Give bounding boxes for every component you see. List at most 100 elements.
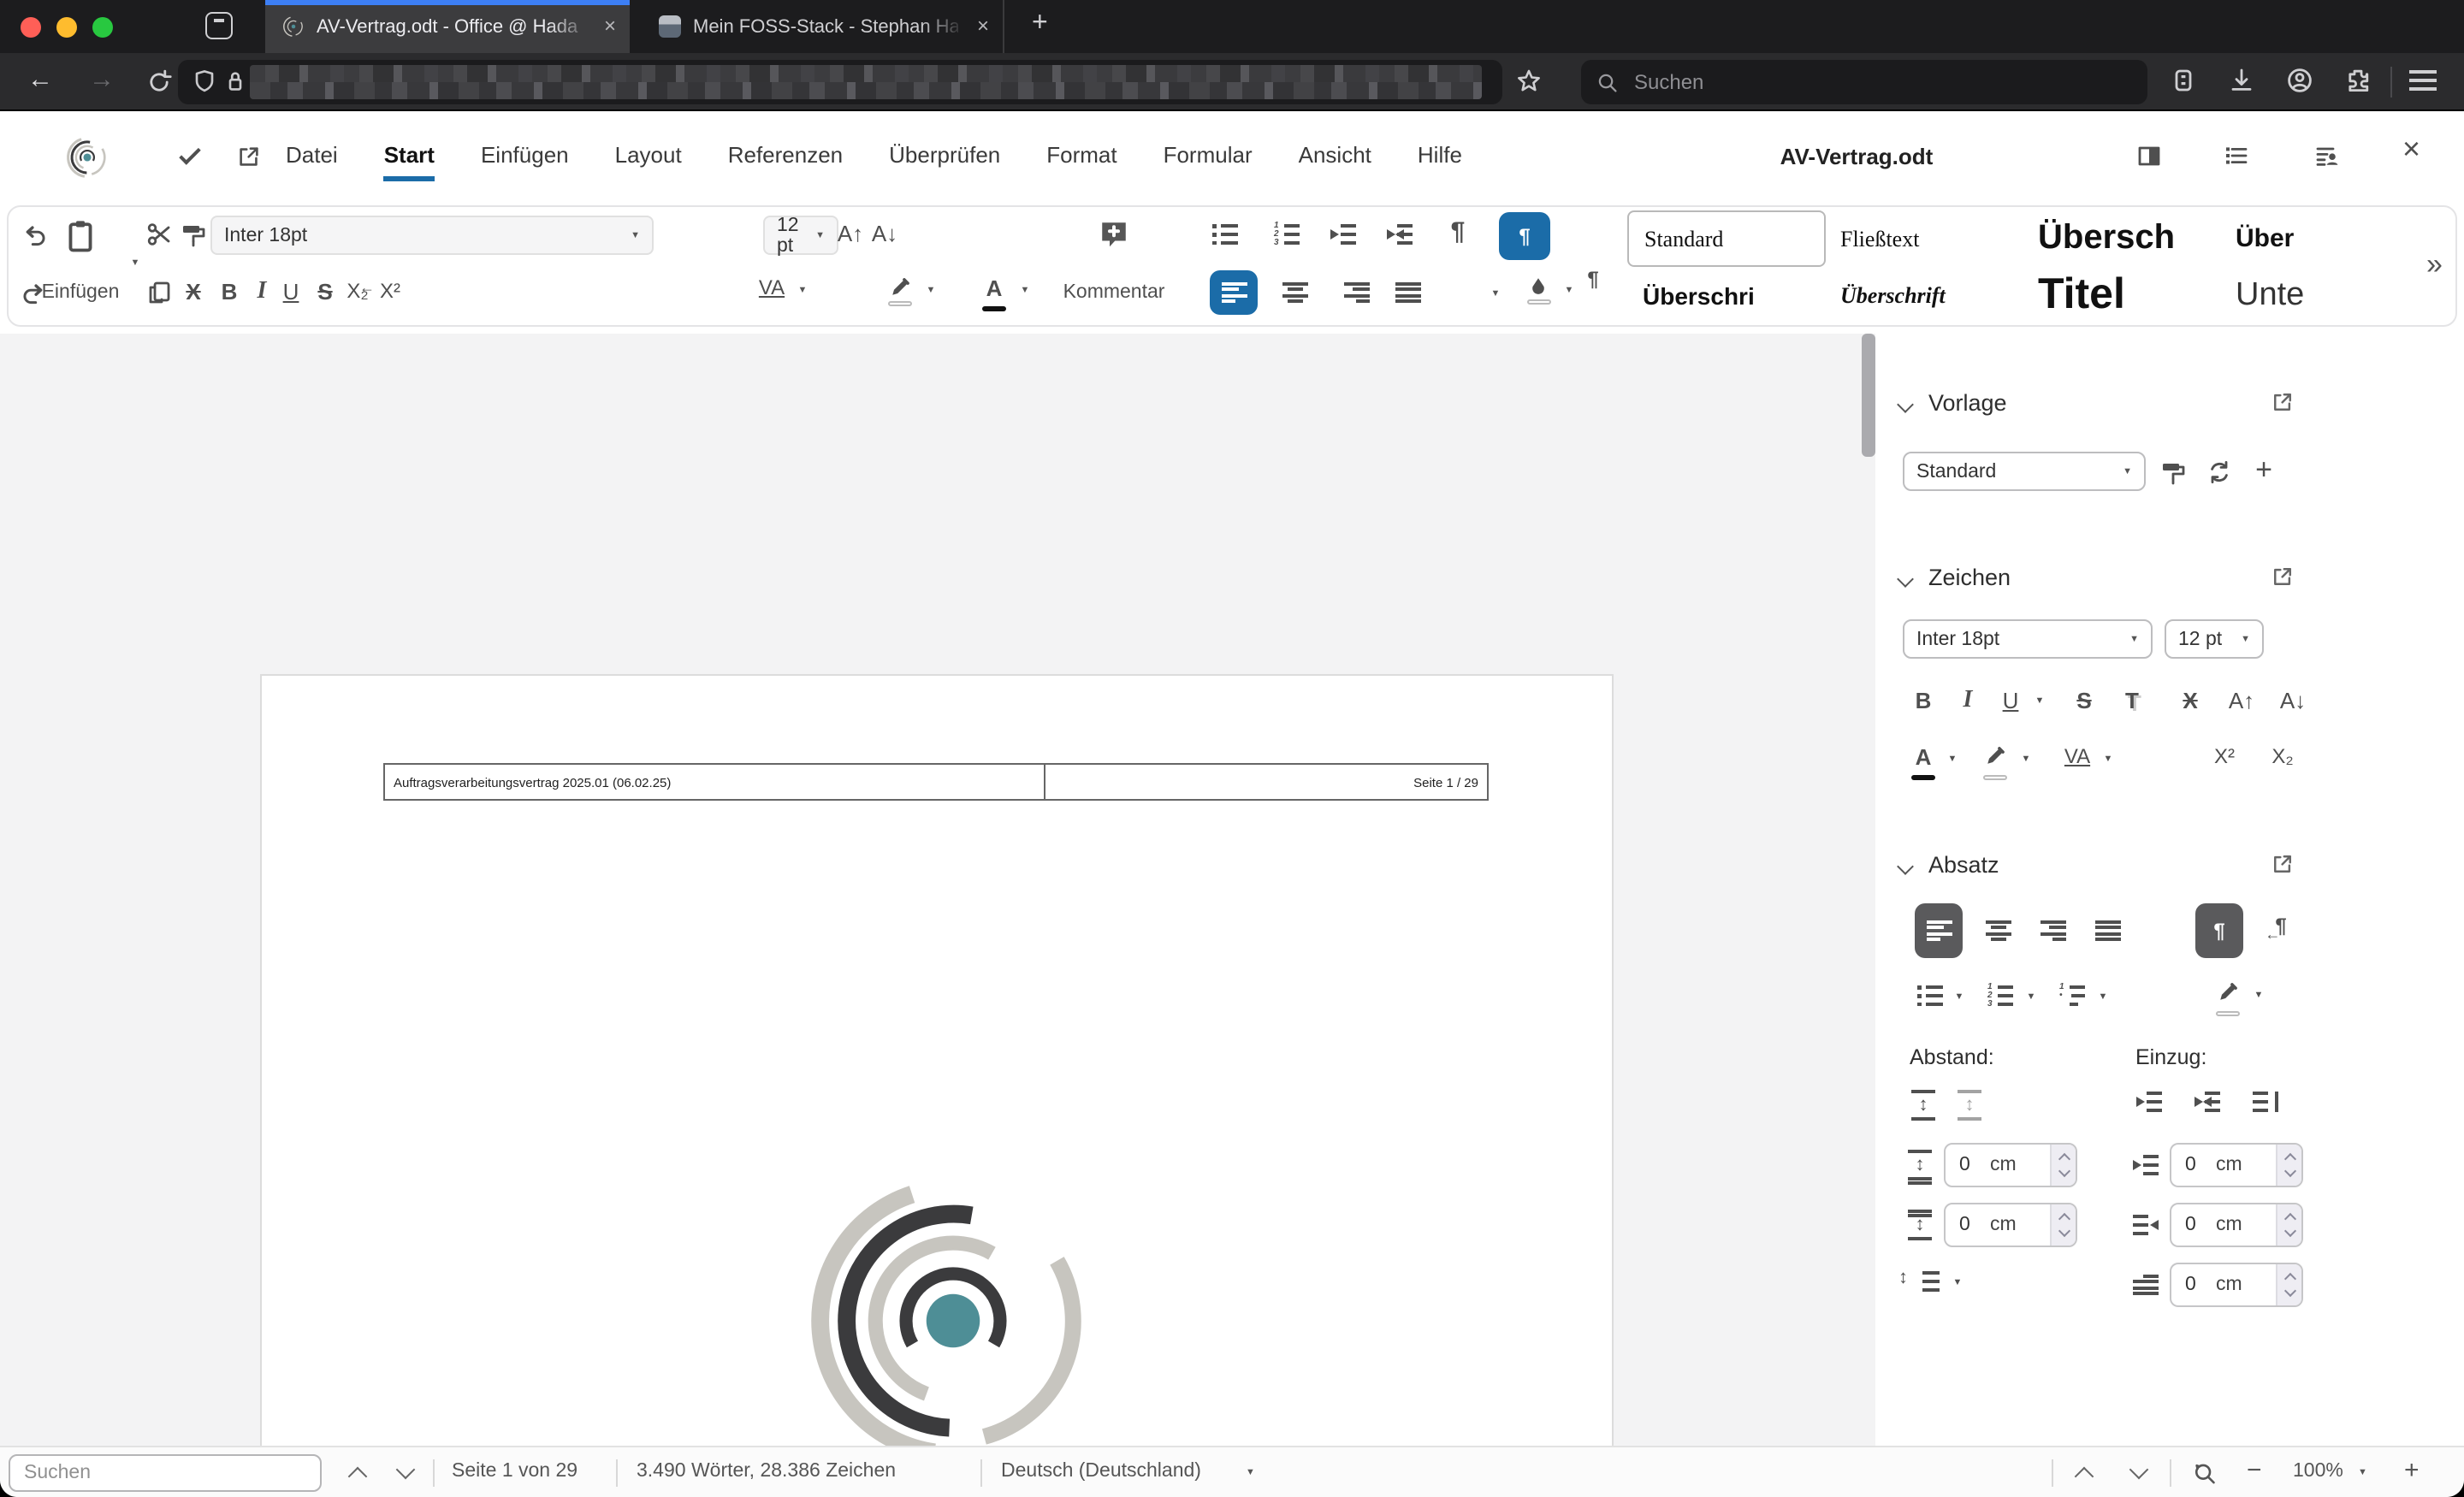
increase-spacing-icon[interactable]: ↕: [1911, 1090, 1935, 1121]
zoom-out-icon[interactable]: −: [2247, 1456, 2262, 1485]
new-tab-button[interactable]: +: [1032, 9, 1048, 39]
sidebar-highlighter-icon[interactable]: [1983, 744, 2007, 768]
sidebar-increase-indent-icon[interactable]: [2136, 1092, 2162, 1112]
style-standard[interactable]: Standard: [1627, 210, 1825, 267]
outline-list-dropdown[interactable]: ▼: [2099, 992, 2108, 1003]
bookmark-star-icon[interactable]: [1516, 68, 1542, 94]
sidebar-align-right-icon[interactable]: [2040, 920, 2066, 941]
align-left-button[interactable]: [1210, 270, 1258, 315]
sidebar-bold-button[interactable]: B: [1916, 688, 1932, 713]
sidebar-font-color-button[interactable]: A: [1916, 744, 1932, 770]
tab-close-icon[interactable]: ×: [604, 14, 616, 38]
open-dialog-icon[interactable]: [2271, 852, 2295, 876]
macos-close-button[interactable]: [21, 17, 41, 38]
shadow-button[interactable]: T: [2125, 688, 2139, 713]
sidebar-underline-button[interactable]: U: [2003, 688, 2019, 713]
tab-close-icon[interactable]: ×: [977, 14, 989, 38]
document-search-input[interactable]: [9, 1454, 322, 1492]
sidebar-bullet-list-icon[interactable]: [1917, 985, 1943, 1006]
extension-icon-1[interactable]: [2170, 67, 2197, 94]
paste-button-label[interactable]: Einfügen: [42, 282, 120, 303]
menu-datei[interactable]: Datei: [286, 142, 338, 181]
menu-format[interactable]: Format: [1046, 142, 1116, 181]
word-count-status[interactable]: 3.490 Wörter, 28.386 Zeichen: [637, 1461, 896, 1482]
decrease-indent-icon[interactable]: [1387, 224, 1413, 245]
sidebar-superscript-button[interactable]: X²: [2214, 744, 2235, 768]
sidebar-font-name-select[interactable]: Inter 18pt ▼: [1903, 619, 2153, 659]
language-dropdown[interactable]: ▼: [1246, 1468, 1255, 1478]
sidebar-toggle-icon[interactable]: [2135, 142, 2163, 169]
align-center-icon[interactable]: [1282, 282, 1308, 303]
firefox-view-icon[interactable]: [205, 12, 233, 39]
font-color-dropdown[interactable]: ▼: [1948, 754, 1958, 765]
reload-button[interactable]: [145, 68, 173, 96]
close-document-icon[interactable]: ×: [2402, 132, 2420, 168]
paragraph-style-select[interactable]: Standard ▼: [1903, 452, 2146, 491]
search-previous-icon[interactable]: [347, 1466, 368, 1487]
paragraph-fill-button[interactable]: [1526, 275, 1550, 305]
tab-av-vertrag[interactable]: AV-Vertrag.odt - Office @ Hada ×: [265, 0, 630, 53]
indent-before-field[interactable]: 0 cm: [2170, 1143, 2303, 1187]
align-right-icon[interactable]: [1344, 282, 1370, 303]
bold-button[interactable]: B: [222, 279, 238, 305]
browser-search-input[interactable]: [1631, 68, 2132, 96]
tab-foss-stack[interactable]: Mein FOSS-Stack - Stephan Ha ×: [642, 0, 1004, 53]
stepper[interactable]: [2276, 1145, 2301, 1186]
tracking-shield-icon[interactable]: [192, 68, 217, 94]
stepper[interactable]: [2276, 1204, 2301, 1246]
bullet-list-icon[interactable]: [1212, 224, 1238, 245]
stepper[interactable]: [2050, 1145, 2076, 1186]
style-ueberschrift-2[interactable]: Über: [2220, 210, 2418, 267]
line-spacing-dropdown[interactable]: ▼: [1491, 289, 1501, 299]
sidebar-font-size-select[interactable]: 12 pt ▼: [2165, 619, 2264, 659]
collapse-chevron-icon[interactable]: [1897, 396, 1914, 413]
sidebar-shrink-font-button[interactable]: A↓: [2280, 688, 2306, 713]
underline-dropdown[interactable]: ▼: [2035, 696, 2045, 707]
sidebar-line-spacing-icon[interactable]: [1914, 1271, 1940, 1292]
scroll-down-icon[interactable]: [2129, 1459, 2149, 1480]
header-right-cell[interactable]: Seite 1 / 29: [1046, 765, 1487, 799]
document-page[interactable]: Auftragsverarbeitungsvertrag 2025.01 (06…: [260, 674, 1614, 1497]
page-header-table[interactable]: Auftragsverarbeitungsvertrag 2025.01 (06…: [383, 763, 1489, 801]
menu-ansicht[interactable]: Ansicht: [1299, 142, 1371, 181]
copy-icon[interactable]: [145, 279, 173, 306]
style-fliesstext[interactable]: Fließtext: [1825, 210, 2023, 267]
shrink-font-button[interactable]: A↓: [872, 221, 897, 246]
grow-font-button[interactable]: A↑: [838, 221, 863, 246]
style-ueberschrift[interactable]: Überschrift: [1825, 267, 2023, 323]
stepper[interactable]: [2050, 1204, 2076, 1246]
document-canvas[interactable]: Auftragsverarbeitungsvertrag 2025.01 (06…: [0, 334, 1875, 1497]
increase-indent-icon[interactable]: [1330, 224, 1356, 245]
sidebar-numbered-list-icon[interactable]: [1987, 984, 2013, 1009]
address-bar[interactable]: [178, 60, 1502, 104]
menu-layout[interactable]: Layout: [615, 142, 682, 181]
macos-zoom-button[interactable]: [92, 17, 113, 38]
language-status[interactable]: Deutsch (Deutschland): [1001, 1461, 1201, 1482]
vertical-scrollbar-thumb[interactable]: [1862, 334, 1875, 457]
more-styles-chevron[interactable]: »: [2426, 248, 2443, 282]
paragraph-highlight-icon[interactable]: [2216, 980, 2240, 1004]
paste-icon[interactable]: [62, 217, 99, 255]
formatting-marks-icon[interactable]: ¶: [1451, 217, 1466, 246]
user-list-icon[interactable]: [2313, 142, 2341, 169]
line-spacing-dropdown[interactable]: ▼: [1953, 1278, 1963, 1288]
stepper[interactable]: [2276, 1264, 2301, 1305]
indent-after-field[interactable]: 0 cm: [2170, 1203, 2303, 1247]
first-line-indent-field[interactable]: 0 cm: [2170, 1263, 2303, 1307]
menu-referenzen[interactable]: Referenzen: [728, 142, 843, 181]
style-titel[interactable]: Titel: [2023, 267, 2220, 323]
update-style-roller-icon[interactable]: [2159, 459, 2187, 486]
style-untertitel[interactable]: Unte: [2220, 267, 2418, 323]
ltr-paragraph-button[interactable]: ¶ →: [1499, 212, 1557, 266]
underline-button[interactable]: U: [283, 279, 299, 305]
sidebar-ltr-button[interactable]: ¶ →: [2195, 903, 2250, 964]
sidebar-strikethrough-button[interactable]: S: [2076, 688, 2091, 713]
cut-icon[interactable]: [145, 221, 173, 248]
zoom-level[interactable]: 100%: [2293, 1461, 2343, 1482]
browser-search-bar[interactable]: [1581, 60, 2147, 104]
back-button[interactable]: ←: [27, 65, 53, 94]
highlight-dropdown[interactable]: ▼: [2022, 754, 2031, 765]
justify-icon[interactable]: [1395, 282, 1421, 303]
menu-einfuegen[interactable]: Einfügen: [481, 142, 569, 181]
page-count-status[interactable]: Seite 1 von 29: [452, 1461, 578, 1482]
